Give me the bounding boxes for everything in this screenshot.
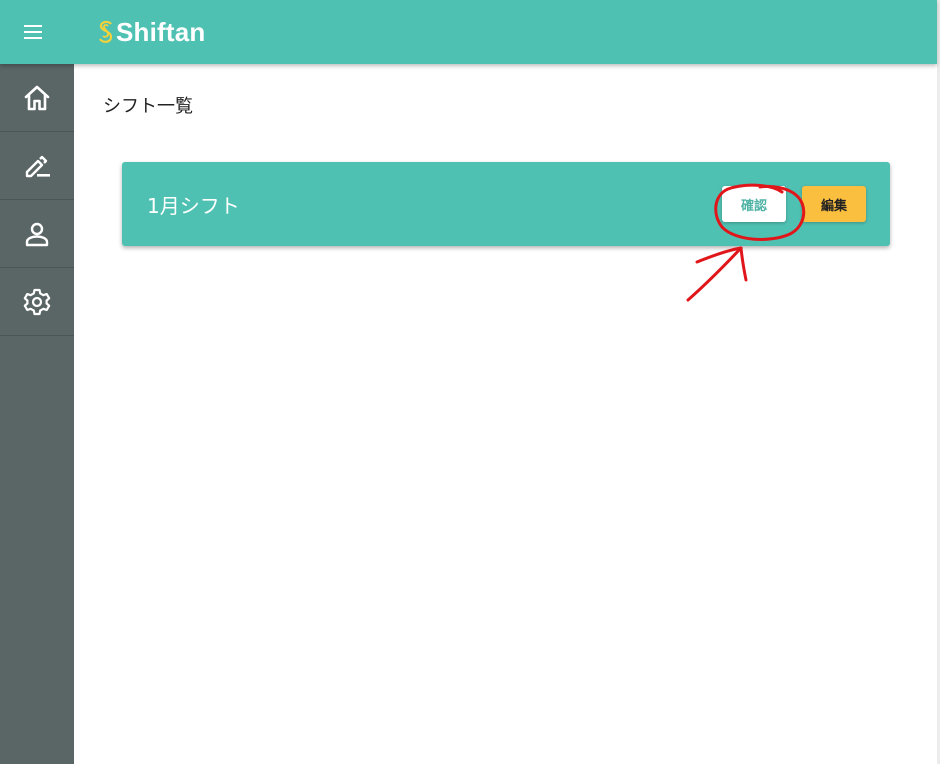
sidebar-item-settings[interactable] (0, 268, 74, 336)
page-title: シフト一覧 (103, 96, 193, 117)
sidebar-item-home[interactable] (0, 64, 74, 132)
logo-mark-icon (99, 20, 113, 43)
shift-card: 1月シフト 確認 編集 (122, 162, 890, 246)
sidebar-item-edit[interactable] (0, 132, 74, 200)
hamburger-menu-icon[interactable] (21, 22, 45, 42)
app-header: Shiftan (0, 0, 937, 64)
home-icon (24, 85, 50, 110)
sidebar-item-profile[interactable] (0, 200, 74, 268)
app-window: Shiftan シフト一覧 1月シフト 確認 編集 (0, 0, 940, 764)
app-logo[interactable]: Shiftan (97, 14, 206, 50)
edit-pen-icon (25, 155, 50, 177)
shift-name: 1月シフト (147, 194, 240, 218)
app-name: Shiftan (116, 16, 206, 47)
gear-icon (23, 288, 51, 315)
edit-button[interactable]: 編集 (802, 186, 866, 222)
confirm-button[interactable]: 確認 (722, 186, 786, 222)
person-icon (25, 222, 49, 246)
sidebar-nav (0, 64, 74, 764)
